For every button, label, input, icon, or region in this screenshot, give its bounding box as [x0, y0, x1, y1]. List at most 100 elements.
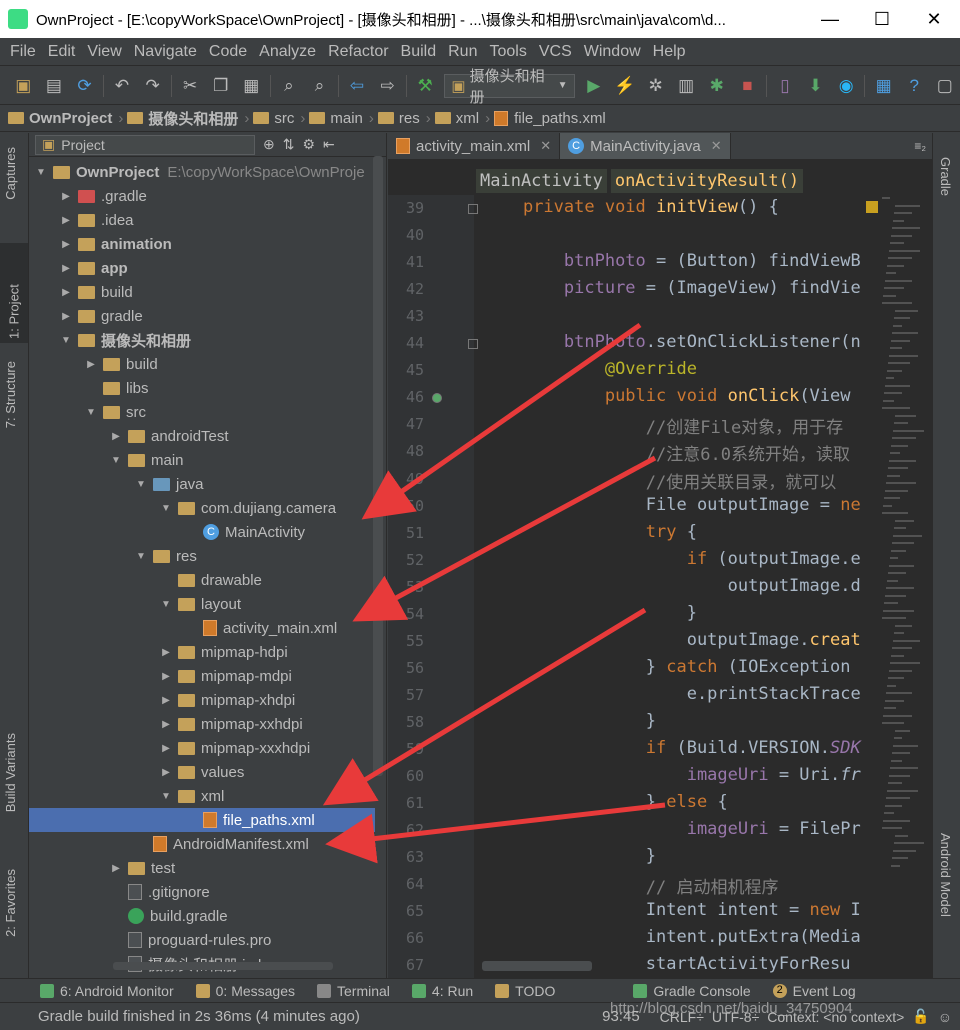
- tree-item[interactable]: activity_main.xml: [29, 616, 375, 640]
- menu-file[interactable]: File: [10, 43, 36, 61]
- warning-marker-icon[interactable]: [866, 201, 878, 213]
- tree-item[interactable]: ▶ build: [29, 352, 375, 376]
- chevron-down-icon[interactable]: ▼: [60, 335, 72, 346]
- tree-item[interactable]: ▶ mipmap-xhdpi: [29, 688, 375, 712]
- tree-item[interactable]: ▶ mipmap-xxxhdpi: [29, 736, 375, 760]
- chevron-right-icon[interactable]: ▶: [160, 719, 172, 730]
- captures-tab[interactable]: Captures: [3, 147, 18, 200]
- code-line[interactable]: } else {: [482, 792, 922, 819]
- bottom-tab[interactable]: TODO: [495, 983, 555, 999]
- tree-item[interactable]: ▶ app: [29, 256, 375, 280]
- override-marker-icon[interactable]: [432, 393, 442, 404]
- document-icon[interactable]: ▢: [935, 75, 956, 97]
- code-line[interactable]: intent.putExtra(Media: [482, 927, 922, 954]
- code-line[interactable]: imageUri = Uri.fr: [482, 765, 922, 792]
- chevron-down-icon[interactable]: ▼: [85, 407, 97, 418]
- replace-icon[interactable]: ⌕: [309, 75, 330, 97]
- breadcrumb-item[interactable]: res ›: [377, 110, 431, 127]
- run-configuration-select[interactable]: ▣ 摄像头和相册 ▼: [444, 68, 575, 106]
- code-line[interactable]: outputImage.creat: [482, 630, 922, 657]
- breadcrumb-item[interactable]: src ›: [253, 110, 305, 127]
- project-view-selector[interactable]: ▣ Project: [35, 134, 255, 155]
- project-horizontal-scrollbar[interactable]: [113, 962, 333, 970]
- tree-item[interactable]: ▶ mipmap-hdpi: [29, 640, 375, 664]
- editor-tab[interactable]: activity_main.xml ✕: [388, 133, 561, 159]
- chevron-right-icon[interactable]: ▶: [60, 263, 72, 274]
- tree-item[interactable]: libs: [29, 376, 375, 400]
- apply-changes-icon[interactable]: ⚡: [614, 75, 635, 97]
- chevron-right-icon[interactable]: ▶: [60, 239, 72, 250]
- attach-debugger-icon[interactable]: ✱: [707, 75, 728, 97]
- tree-item[interactable]: ▶ mipmap-mdpi: [29, 664, 375, 688]
- menu-run[interactable]: Run: [448, 43, 477, 61]
- project-vertical-scrollbar[interactable]: [373, 156, 383, 776]
- tree-item[interactable]: ▶ animation: [29, 232, 375, 256]
- menu-window[interactable]: Window: [584, 43, 641, 61]
- status-message[interactable]: Gradle build finished in 2s 36ms (4 minu…: [38, 1008, 602, 1025]
- bottom-tab[interactable]: Gradle Console: [633, 983, 751, 999]
- build-variants-tab[interactable]: Build Variants: [3, 733, 18, 812]
- save-icon[interactable]: ▤: [44, 75, 65, 97]
- make-project-icon[interactable]: ⚒: [415, 75, 436, 97]
- sync-icon[interactable]: ⟳: [74, 75, 95, 97]
- tree-item[interactable]: file_paths.xml: [29, 808, 375, 832]
- back-icon[interactable]: ⇦: [347, 75, 368, 97]
- project-tab[interactable]: 1: Project: [0, 243, 28, 343]
- code-line[interactable]: [482, 224, 922, 251]
- fold-marker-icon[interactable]: [468, 204, 478, 214]
- editor-breadcrumb-item[interactable]: MainActivity: [476, 169, 607, 193]
- fold-marker-icon[interactable]: [468, 339, 478, 350]
- tree-item[interactable]: build.gradle: [29, 904, 375, 928]
- tree-item[interactable]: ▼ OwnProject E:\copyWorkSpace\OwnProje: [29, 160, 375, 184]
- profile-icon[interactable]: ▥: [676, 75, 697, 97]
- tree-item[interactable]: ▼ res: [29, 544, 375, 568]
- avd-manager-icon[interactable]: ▯: [775, 75, 796, 97]
- menu-edit[interactable]: Edit: [48, 43, 76, 61]
- redo-icon[interactable]: ↷: [142, 75, 163, 97]
- tree-item[interactable]: ▼ src: [29, 400, 375, 424]
- android-device-monitor-icon[interactable]: ◉: [836, 75, 857, 97]
- menu-help[interactable]: Help: [653, 43, 686, 61]
- forward-icon[interactable]: ⇨: [377, 75, 398, 97]
- code-line[interactable]: File outputImage = ne: [482, 495, 922, 522]
- menu-analyze[interactable]: Analyze: [259, 43, 316, 61]
- gradle-tab[interactable]: Gradle: [938, 157, 953, 196]
- run-icon[interactable]: ▶: [584, 75, 605, 97]
- chevron-right-icon[interactable]: ▶: [60, 287, 72, 298]
- menu-build[interactable]: Build: [401, 43, 437, 61]
- structure-tab[interactable]: 7: Structure: [3, 361, 18, 428]
- menu-navigate[interactable]: Navigate: [134, 43, 197, 61]
- sdk-manager-icon[interactable]: ⬇: [805, 75, 826, 97]
- code-minimap[interactable]: [882, 197, 924, 897]
- editor-horizontal-scrollbar[interactable]: [482, 961, 592, 971]
- tree-item[interactable]: C MainActivity: [29, 520, 375, 544]
- code-line[interactable]: } catch (IOException: [482, 657, 922, 684]
- code-line[interactable]: //创建File对象，用于存: [482, 413, 922, 440]
- scroll-from-source-icon[interactable]: ⊕: [263, 136, 275, 153]
- breadcrumb-item[interactable]: xml ›: [434, 110, 490, 127]
- chevron-down-icon[interactable]: ▼: [110, 455, 122, 466]
- tree-item[interactable]: ▼ com.dujiang.camera: [29, 496, 375, 520]
- maximize-button[interactable]: ☐: [856, 0, 908, 38]
- code-line[interactable]: imageUri = FilePr: [482, 819, 922, 846]
- tree-item[interactable]: ▼ 摄像头和相册: [29, 328, 375, 352]
- code-line[interactable]: btnPhoto = (Button) findViewB: [482, 251, 922, 278]
- tree-item[interactable]: ▶ build: [29, 280, 375, 304]
- android-model-tab[interactable]: Android Model: [938, 833, 953, 917]
- chevron-right-icon[interactable]: ▶: [160, 767, 172, 778]
- chevron-down-icon[interactable]: ▼: [135, 479, 147, 490]
- tree-item[interactable]: ▶ .gradle: [29, 184, 375, 208]
- collapse-all-icon[interactable]: ⇅: [283, 136, 295, 153]
- tree-item[interactable]: ▶ .idea: [29, 208, 375, 232]
- menu-code[interactable]: Code: [209, 43, 247, 61]
- code-line[interactable]: //使用关联目录，就可以: [482, 468, 922, 495]
- code-line[interactable]: private void initView() {: [482, 197, 922, 224]
- close-tab-icon[interactable]: ✕: [711, 138, 722, 154]
- tree-item[interactable]: ▼ layout: [29, 592, 375, 616]
- menu-refactor[interactable]: Refactor: [328, 43, 388, 61]
- breadcrumb-item[interactable]: 摄像头和相册 ›: [127, 108, 249, 129]
- find-icon[interactable]: ⌕: [279, 75, 300, 97]
- code-line[interactable]: //注意6.0系统开始，读取: [482, 440, 922, 467]
- chevron-right-icon[interactable]: ▶: [60, 215, 72, 226]
- hide-panel-icon[interactable]: ⇤: [323, 136, 335, 153]
